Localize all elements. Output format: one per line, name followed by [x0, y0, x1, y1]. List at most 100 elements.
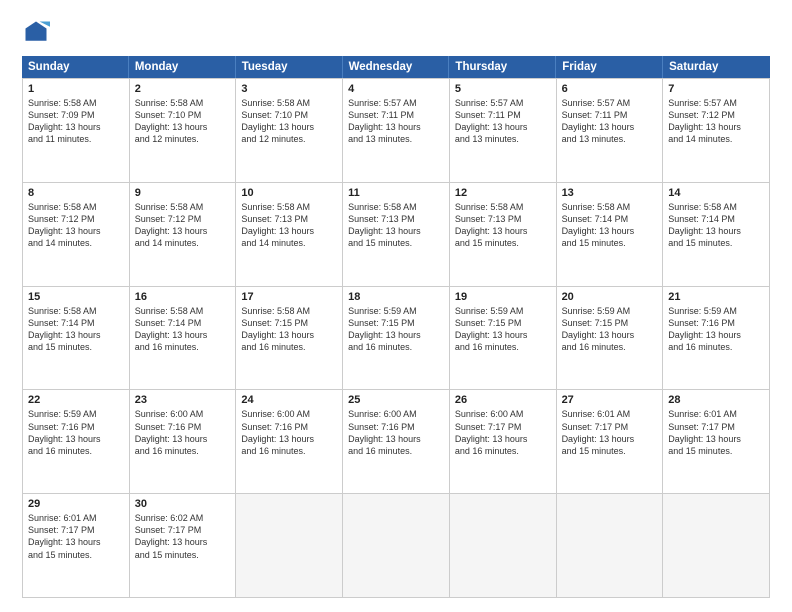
- cell-line: Sunrise: 6:01 AM: [668, 408, 764, 420]
- cell-line: Daylight: 13 hours: [241, 225, 337, 237]
- cell-line: and 13 minutes.: [562, 133, 658, 145]
- day-number: 22: [28, 394, 124, 406]
- calendar-cell: 11Sunrise: 5:58 AMSunset: 7:13 PMDayligh…: [343, 183, 450, 287]
- day-number: 25: [348, 394, 444, 406]
- day-number: 16: [135, 291, 231, 303]
- day-number: 26: [455, 394, 551, 406]
- cell-line: Daylight: 13 hours: [28, 329, 124, 341]
- cell-line: Sunrise: 5:57 AM: [562, 97, 658, 109]
- cell-line: Sunrise: 5:58 AM: [348, 201, 444, 213]
- day-number: 11: [348, 187, 444, 199]
- cell-line: Sunset: 7:16 PM: [348, 421, 444, 433]
- cell-line: Daylight: 13 hours: [455, 329, 551, 341]
- calendar: SundayMondayTuesdayWednesdayThursdayFrid…: [22, 56, 770, 598]
- cell-line: Sunset: 7:15 PM: [562, 317, 658, 329]
- calendar-cell: 23Sunrise: 6:00 AMSunset: 7:16 PMDayligh…: [130, 390, 237, 494]
- calendar-cell-empty: [557, 494, 664, 598]
- cell-line: and 13 minutes.: [348, 133, 444, 145]
- cell-line: Sunrise: 6:01 AM: [28, 512, 124, 524]
- cell-line: Daylight: 13 hours: [562, 121, 658, 133]
- calendar-cell: 22Sunrise: 5:59 AMSunset: 7:16 PMDayligh…: [23, 390, 130, 494]
- calendar-cell: 12Sunrise: 5:58 AMSunset: 7:13 PMDayligh…: [450, 183, 557, 287]
- calendar-cell: 30Sunrise: 6:02 AMSunset: 7:17 PMDayligh…: [130, 494, 237, 598]
- cell-line: Sunrise: 5:59 AM: [455, 305, 551, 317]
- cell-line: and 15 minutes.: [28, 549, 124, 561]
- cell-line: Sunrise: 5:58 AM: [28, 97, 124, 109]
- cell-line: Sunset: 7:11 PM: [562, 109, 658, 121]
- cell-line: Daylight: 13 hours: [28, 536, 124, 548]
- day-number: 2: [135, 83, 231, 95]
- cell-line: and 16 minutes.: [28, 445, 124, 457]
- cell-line: Daylight: 13 hours: [668, 433, 764, 445]
- cell-line: Sunrise: 5:58 AM: [28, 201, 124, 213]
- cell-line: Sunrise: 5:57 AM: [348, 97, 444, 109]
- cell-line: Daylight: 13 hours: [135, 433, 231, 445]
- cell-line: and 13 minutes.: [455, 133, 551, 145]
- cell-line: Sunrise: 6:00 AM: [455, 408, 551, 420]
- cell-line: Daylight: 13 hours: [668, 225, 764, 237]
- cell-line: Daylight: 13 hours: [28, 433, 124, 445]
- calendar-header-day: Sunday: [22, 56, 129, 78]
- day-number: 14: [668, 187, 764, 199]
- cell-line: Sunset: 7:17 PM: [455, 421, 551, 433]
- calendar-header-day: Monday: [129, 56, 236, 78]
- cell-line: Daylight: 13 hours: [348, 121, 444, 133]
- cell-line: Sunrise: 5:58 AM: [241, 97, 337, 109]
- calendar-header-day: Thursday: [449, 56, 556, 78]
- cell-line: Sunset: 7:14 PM: [28, 317, 124, 329]
- calendar-cell: 28Sunrise: 6:01 AMSunset: 7:17 PMDayligh…: [663, 390, 770, 494]
- cell-line: Daylight: 13 hours: [241, 121, 337, 133]
- cell-line: Sunrise: 5:58 AM: [241, 305, 337, 317]
- cell-line: Sunset: 7:17 PM: [135, 524, 231, 536]
- cell-line: Sunset: 7:13 PM: [348, 213, 444, 225]
- cell-line: Sunset: 7:10 PM: [135, 109, 231, 121]
- cell-line: Daylight: 13 hours: [562, 433, 658, 445]
- calendar-cell: 15Sunrise: 5:58 AMSunset: 7:14 PMDayligh…: [23, 287, 130, 391]
- day-number: 8: [28, 187, 124, 199]
- day-number: 5: [455, 83, 551, 95]
- cell-line: Sunset: 7:13 PM: [241, 213, 337, 225]
- day-number: 27: [562, 394, 658, 406]
- calendar-header-day: Tuesday: [236, 56, 343, 78]
- cell-line: Sunrise: 5:58 AM: [668, 201, 764, 213]
- cell-line: Sunset: 7:13 PM: [455, 213, 551, 225]
- cell-line: and 12 minutes.: [135, 133, 231, 145]
- cell-line: Sunset: 7:17 PM: [28, 524, 124, 536]
- cell-line: Daylight: 13 hours: [668, 121, 764, 133]
- calendar-cell: 18Sunrise: 5:59 AMSunset: 7:15 PMDayligh…: [343, 287, 450, 391]
- day-number: 28: [668, 394, 764, 406]
- calendar-cell: 7Sunrise: 5:57 AMSunset: 7:12 PMDaylight…: [663, 79, 770, 183]
- cell-line: Sunrise: 6:00 AM: [348, 408, 444, 420]
- cell-line: and 15 minutes.: [348, 237, 444, 249]
- day-number: 13: [562, 187, 658, 199]
- day-number: 9: [135, 187, 231, 199]
- cell-line: Daylight: 13 hours: [241, 433, 337, 445]
- cell-line: Sunset: 7:16 PM: [668, 317, 764, 329]
- cell-line: Sunrise: 6:00 AM: [241, 408, 337, 420]
- logo: [22, 18, 54, 46]
- cell-line: Sunset: 7:16 PM: [241, 421, 337, 433]
- cell-line: and 16 minutes.: [135, 445, 231, 457]
- cell-line: and 16 minutes.: [241, 445, 337, 457]
- cell-line: Sunrise: 5:58 AM: [241, 201, 337, 213]
- cell-line: Daylight: 13 hours: [135, 536, 231, 548]
- calendar-cell: 16Sunrise: 5:58 AMSunset: 7:14 PMDayligh…: [130, 287, 237, 391]
- cell-line: Sunset: 7:11 PM: [455, 109, 551, 121]
- calendar-cell: 20Sunrise: 5:59 AMSunset: 7:15 PMDayligh…: [557, 287, 664, 391]
- cell-line: Sunset: 7:09 PM: [28, 109, 124, 121]
- logo-icon: [22, 18, 50, 46]
- cell-line: Sunset: 7:11 PM: [348, 109, 444, 121]
- cell-line: and 15 minutes.: [562, 445, 658, 457]
- day-number: 17: [241, 291, 337, 303]
- calendar-cell: 14Sunrise: 5:58 AMSunset: 7:14 PMDayligh…: [663, 183, 770, 287]
- day-number: 30: [135, 498, 231, 510]
- cell-line: and 16 minutes.: [455, 341, 551, 353]
- calendar-header-day: Wednesday: [343, 56, 450, 78]
- cell-line: Sunset: 7:16 PM: [135, 421, 231, 433]
- day-number: 21: [668, 291, 764, 303]
- cell-line: and 14 minutes.: [135, 237, 231, 249]
- calendar-header-day: Friday: [556, 56, 663, 78]
- day-number: 1: [28, 83, 124, 95]
- calendar-cell-empty: [663, 494, 770, 598]
- cell-line: Sunrise: 6:01 AM: [562, 408, 658, 420]
